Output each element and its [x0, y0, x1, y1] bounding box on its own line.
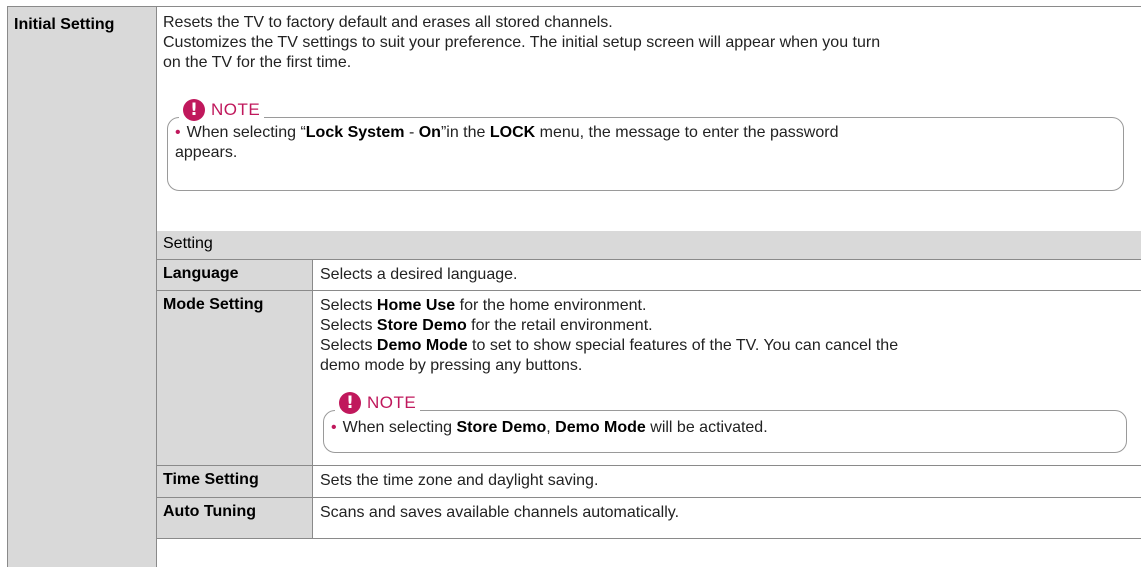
table-row: Time Setting Sets the time zone and dayl… [157, 466, 1141, 498]
row-value: Scans and saves available channels autom… [320, 504, 680, 521]
bullet-icon: • [331, 419, 337, 436]
table-row: Language Selects a desired language. [157, 260, 1141, 291]
mode-line-2: Selects Store Demo for the retail enviro… [320, 317, 653, 334]
note-header: ! NOTE [335, 392, 421, 414]
description-line-2: Customizes the TV settings to suit your … [163, 34, 881, 51]
row-value: Sets the time zone and daylight saving. [320, 472, 599, 489]
exclamation-icon: ! [183, 99, 205, 121]
note-text: • When selecting Store Demo, Demo Mode wi… [331, 419, 768, 436]
table-row: Mode Setting Selects Home Use for the ho… [157, 291, 1141, 466]
table-row: Auto Tuning Scans and saves available ch… [157, 498, 1141, 539]
description-cell: Resets the TV to factory default and era… [157, 7, 1141, 232]
term-cell: Initial Setting [8, 7, 157, 567]
mode-line-4: demo mode by pressing any buttons. [320, 357, 583, 374]
sub-heading-row: Setting [157, 231, 1141, 260]
term-label: Initial Setting [14, 16, 115, 33]
note-title: NOTE [211, 100, 261, 119]
note-header: ! NOTE [179, 99, 265, 121]
bullet-icon: • [175, 124, 181, 141]
note-title: NOTE [367, 393, 417, 412]
row-label: Time Setting [163, 471, 259, 488]
row-label: Mode Setting [163, 296, 264, 313]
row-value: Selects a desired language. [320, 266, 518, 283]
manual-page: Initial Setting Resets the TV to factory… [0, 0, 1141, 567]
exclamation-icon: ! [339, 392, 361, 414]
row-label-cell: Time Setting [157, 466, 313, 497]
row-label-cell: Auto Tuning [157, 498, 313, 538]
mode-line-3: Selects Demo Mode to set to show special… [320, 337, 899, 354]
row-value: Selects Home Use for the home environmen… [320, 296, 1136, 376]
note-text: • When selecting “Lock System - On”in the… [175, 124, 839, 161]
row-label-cell: Mode Setting [157, 291, 313, 465]
description-line-1: Resets the TV to factory default and era… [163, 14, 613, 31]
description-line-3: on the TV for the first time. [163, 54, 352, 71]
row-label: Language [163, 265, 239, 282]
mode-line-1: Selects Home Use for the home environmen… [320, 297, 647, 314]
settings-table: Initial Setting Resets the TV to factory… [7, 6, 1141, 567]
sub-heading: Setting [163, 235, 213, 252]
row-label-cell: Language [157, 260, 313, 290]
row-label: Auto Tuning [163, 503, 256, 520]
